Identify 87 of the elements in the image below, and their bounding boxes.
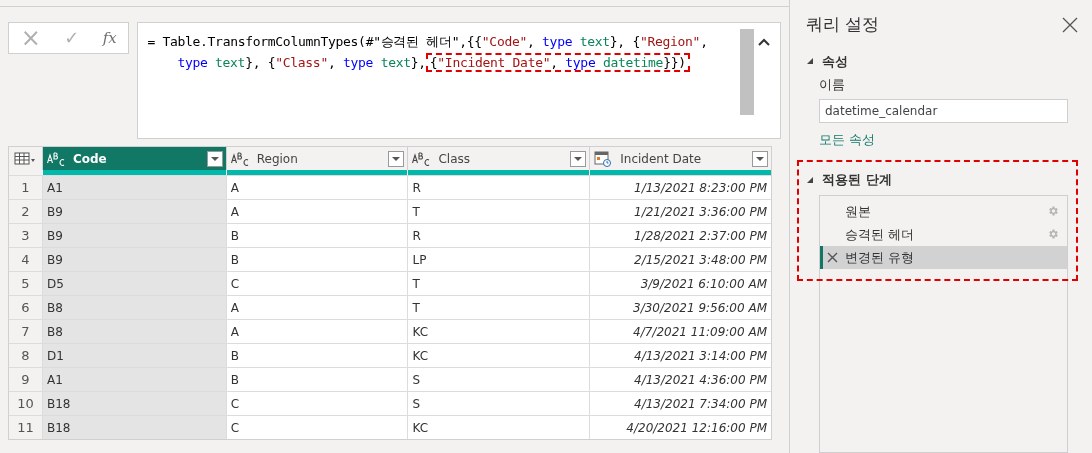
formula-text: type text}, {"Class", type text}, [177,55,426,70]
table-cell: B9 [41,248,226,271]
expanded-triangle-icon[interactable] [806,57,814,66]
table-cell: 4/20/2021 12:16:00 PM [589,416,771,439]
row-number: 3 [9,224,42,247]
step-name: 변경된 유형 [845,248,916,267]
panel-title: 쿼리 설정 [806,13,880,36]
table-cell: 3/30/2021 9:56:00 AM [589,296,771,319]
table-cell: B9 [41,224,226,247]
table-cell: S [407,392,590,415]
table-cell: S [407,368,590,391]
row-number: 6 [9,296,42,319]
table-cell: B [225,248,408,271]
table-cell: B18 [41,416,226,439]
close-button[interactable] [1062,16,1078,33]
column-name: Region [256,150,299,168]
expanded-triangle-icon[interactable] [806,175,814,184]
applied-step[interactable]: 승격된 헤더 [820,222,1067,246]
table-cell: A [225,176,408,199]
table-cell: B18 [41,392,226,415]
row-number: 10 [9,392,42,415]
highlighted-formula-text: {"Incident Date", type datetime}}) [425,53,690,72]
table-cell: 1/13/2021 8:23:00 PM [589,176,771,199]
row-number: 2 [9,200,42,223]
column-name: Incident Date [620,150,703,168]
table-cell: C [225,416,408,439]
table-cell: 4/7/2021 11:09:00 AM [589,320,771,343]
text-type-icon [46,151,65,166]
section-heading: 적용된 단계 [822,170,892,189]
collapse-chevron-icon[interactable] [758,37,770,47]
table-cell: 4/13/2021 7:34:00 PM [589,392,771,415]
calendar-clock-icon [594,150,613,167]
table-cell: C [225,272,408,295]
formula-text: = Table.TransformColumnTypes(#"승격된 헤더",{{"Code", type text}, {"Region", [147,34,708,49]
table-cell: B [225,224,408,247]
formula-field[interactable]: = Table.TransformColumnTypes(#"승격된 헤더",{{"Code", type text}, {"Region", type text}, {"Class", type text}, {"Incident Date", type datetime}}) [137,22,781,139]
table-cell: 1/28/2021 2:37:00 PM [589,224,771,247]
table-cell: 2/15/2021 3:48:00 PM [589,248,771,271]
column-name: Code [72,150,108,168]
table-cell: A [225,296,408,319]
table-cell: T [407,272,590,295]
all-properties-link[interactable]: 모든 속성 [819,130,876,150]
table-cell: R [407,224,590,247]
table-cell: A [225,200,408,223]
table-cell: R [407,176,590,199]
text-type-icon [412,151,431,166]
row-number: 8 [9,344,42,367]
row-number: 1 [9,176,42,199]
table-cell: 4/13/2021 3:14:00 PM [589,344,771,367]
table-cell: A1 [41,176,226,199]
row-number: 7 [9,320,42,343]
table-cell: 1/21/2021 3:36:00 PM [589,200,771,223]
row-number: 11 [9,416,42,439]
scrollbar-thumb[interactable] [740,29,754,115]
applied-step[interactable]: 변경된 유형 [820,245,1067,269]
table-cell: B [225,344,408,367]
section-heading: 속성 [822,52,848,71]
table-cell: B9 [41,200,226,223]
table-cell: A1 [41,368,226,391]
column-name: Class [438,150,472,168]
table-cell: D5 [41,272,226,295]
table-cell: B8 [41,296,226,319]
table-cell: KC [407,344,590,367]
applied-step[interactable]: 원본 [820,199,1067,223]
table-cell: B8 [41,320,226,343]
table-cell: 3/9/2021 6:10:00 AM [589,272,771,295]
step-name: 원본 [845,202,872,221]
field-label: 이름 [819,76,846,94]
column-header[interactable]: Code [41,147,226,170]
table-cell: C [225,392,408,415]
table-cell: LP [407,248,590,271]
table-cell: KC [407,320,590,343]
insert-function-button[interactable]: fx [102,26,117,50]
row-number: 9 [9,368,42,391]
table-cell: T [407,200,590,223]
row-number: 5 [9,272,42,295]
text-type-icon [230,151,249,166]
table-cell: D1 [41,344,226,367]
table-cell: 4/13/2021 4:36:00 PM [589,368,771,391]
table-cell: B [225,368,408,391]
step-name: 승격된 헤더 [845,225,916,244]
row-number: 4 [9,248,42,271]
table-cell: T [407,296,590,319]
table-cell: A [225,320,408,343]
name-field[interactable]: datetime_calendar [819,98,1068,124]
delete-step-icon[interactable] [827,251,838,263]
table-cell: KC [407,416,590,439]
